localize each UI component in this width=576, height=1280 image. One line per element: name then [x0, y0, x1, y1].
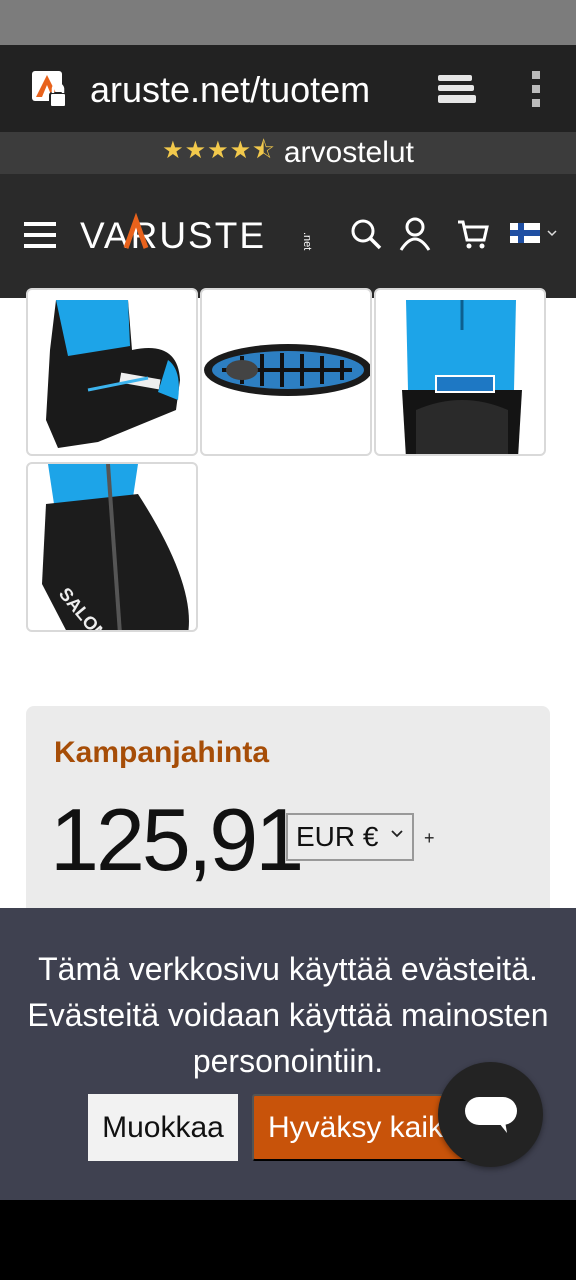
reviews-label: arvostelut	[283, 136, 414, 169]
price-box: Kampanjahinta 125,91 EUR € +	[26, 706, 550, 926]
currency-select[interactable]: EUR €	[286, 813, 414, 861]
price-value: 125,91	[50, 790, 304, 889]
varuste-logo[interactable]: VARUSTE .net	[80, 212, 330, 256]
price-label: Kampanjahinta	[54, 736, 270, 769]
gallery-thumb-1[interactable]	[26, 288, 198, 456]
site-header: VARUSTE .net	[0, 174, 576, 298]
product-image-boot-rear	[46, 300, 180, 448]
gallery-thumb-4[interactable]: SALOMO	[26, 462, 198, 632]
currency-value: EUR €	[296, 821, 379, 852]
tabs-icon[interactable]	[436, 73, 476, 107]
site-lock-icon[interactable]	[32, 71, 68, 111]
finland-flag-icon	[510, 223, 540, 243]
chat-button[interactable]	[438, 1062, 543, 1167]
vat-plus-sign: +	[424, 828, 435, 848]
gallery-thumb-2[interactable]	[200, 288, 372, 456]
browser-url-bar: aruste.net/tuotem	[0, 45, 576, 132]
system-nav-bar	[0, 1200, 576, 1280]
edit-cookies-button[interactable]: Muokkaa	[88, 1094, 238, 1161]
chat-bubble-icon	[464, 1096, 517, 1133]
cart-icon[interactable]	[456, 218, 490, 250]
chevron-down-icon	[547, 230, 557, 237]
chevron-down-icon	[391, 830, 403, 838]
product-image-zipper: SALOMO	[42, 464, 189, 630]
url-text[interactable]: aruste.net/tuotem	[90, 69, 402, 111]
menu-icon[interactable]	[24, 220, 56, 250]
logo-suffix: .net	[301, 232, 313, 250]
reviews-strip[interactable]: ★★★★⯪ arvostelut	[0, 132, 576, 174]
status-bar	[0, 0, 576, 45]
search-icon[interactable]	[350, 218, 382, 250]
more-vert-icon[interactable]	[526, 69, 546, 109]
language-selector[interactable]	[510, 220, 560, 246]
logo-text: VARUSTE	[80, 215, 266, 256]
gallery-thumb-3[interactable]	[374, 288, 546, 456]
product-image-heel	[402, 300, 522, 454]
product-image-sole	[204, 344, 370, 396]
rating-stars: ★★★★⯪	[162, 135, 276, 164]
user-icon[interactable]	[398, 216, 432, 252]
